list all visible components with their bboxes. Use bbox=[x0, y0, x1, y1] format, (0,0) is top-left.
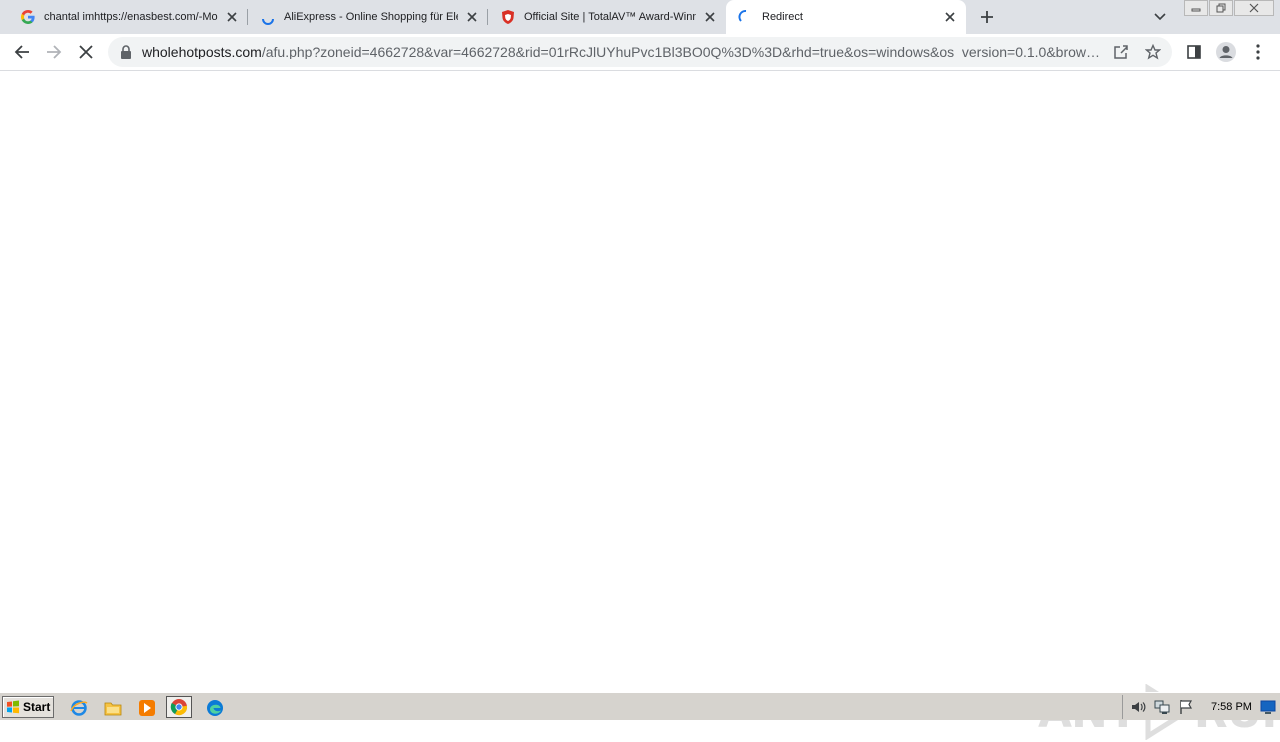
close-icon bbox=[1249, 3, 1259, 13]
browser-toolbar: wholehotposts.com/afu.php?zoneid=4662728… bbox=[0, 34, 1280, 71]
google-icon bbox=[20, 9, 36, 25]
loading-icon bbox=[260, 9, 276, 25]
volume-icon[interactable] bbox=[1129, 698, 1147, 716]
minimize-icon bbox=[1191, 8, 1201, 12]
close-tab-icon[interactable] bbox=[942, 9, 958, 25]
action-center-flag-icon[interactable] bbox=[1177, 698, 1195, 716]
windows-logo-icon bbox=[7, 700, 19, 714]
profile-avatar-icon bbox=[1216, 42, 1236, 62]
close-icon bbox=[79, 45, 93, 59]
tab-title: Official Site | TotalAV™ Award-Winni bbox=[524, 11, 696, 23]
more-vertical-icon bbox=[1256, 44, 1260, 60]
profile-button[interactable] bbox=[1214, 40, 1238, 64]
share-icon[interactable] bbox=[1112, 43, 1130, 61]
url-text[interactable]: wholehotposts.com/afu.php?zoneid=4662728… bbox=[142, 45, 1108, 59]
clock[interactable]: 7:58 PM bbox=[1211, 701, 1252, 713]
tab-strip: chantal imhttps://enasbest.com/-Mo AliEx… bbox=[0, 0, 1280, 34]
lock-icon[interactable] bbox=[120, 45, 132, 59]
stop-loading-button[interactable] bbox=[74, 40, 98, 64]
tab-title: AliExpress - Online Shopping für Elek bbox=[284, 11, 458, 23]
side-panel-icon bbox=[1187, 45, 1201, 59]
restore-icon bbox=[1216, 3, 1226, 13]
close-window-button[interactable] bbox=[1234, 0, 1274, 16]
internet-explorer-icon[interactable] bbox=[68, 697, 90, 719]
start-button[interactable]: Start bbox=[2, 696, 54, 718]
address-bar[interactable]: wholehotposts.com/afu.php?zoneid=4662728… bbox=[108, 37, 1172, 67]
media-player-icon[interactable] bbox=[136, 697, 158, 719]
close-tab-icon[interactable] bbox=[464, 9, 480, 25]
show-desktop-icon[interactable] bbox=[1259, 698, 1277, 716]
start-label: Start bbox=[23, 700, 51, 714]
file-explorer-icon[interactable] bbox=[102, 697, 124, 719]
close-tab-icon[interactable] bbox=[224, 9, 240, 25]
side-panel-button[interactable] bbox=[1182, 40, 1206, 64]
tab-search-button[interactable] bbox=[1151, 8, 1169, 26]
system-tray: 7:58 PM bbox=[1122, 695, 1280, 719]
edge-icon[interactable] bbox=[204, 697, 226, 719]
tab-redirect[interactable]: Redirect bbox=[726, 0, 966, 34]
tab-title: Redirect bbox=[762, 11, 803, 23]
new-tab-button[interactable] bbox=[976, 6, 998, 28]
arrow-right-icon bbox=[47, 45, 62, 59]
taskbar: Start 7:58 PM bbox=[0, 692, 1280, 720]
tab-totalav[interactable]: Official Site | TotalAV™ Award-Winni bbox=[488, 0, 726, 34]
tab-title: chantal imhttps://enasbest.com/-Mo bbox=[44, 11, 218, 23]
minimize-button[interactable] bbox=[1184, 0, 1208, 16]
chevron-down-icon bbox=[1154, 13, 1166, 21]
network-icon[interactable] bbox=[1153, 698, 1171, 716]
tab-google-search[interactable]: chantal imhttps://enasbest.com/-Mo bbox=[8, 0, 248, 34]
page-content: ANY RUN bbox=[0, 72, 1280, 740]
close-tab-icon[interactable] bbox=[702, 9, 718, 25]
loading-spinner-icon bbox=[738, 9, 754, 25]
menu-button[interactable] bbox=[1246, 40, 1270, 64]
plus-icon bbox=[981, 11, 993, 23]
back-button[interactable] bbox=[10, 40, 34, 64]
arrow-left-icon bbox=[14, 45, 29, 59]
window-controls bbox=[1183, 0, 1274, 17]
restore-button[interactable] bbox=[1209, 0, 1233, 16]
url-host: wholehotposts.com bbox=[142, 45, 262, 59]
forward-button[interactable] bbox=[42, 40, 66, 64]
tab-aliexpress[interactable]: AliExpress - Online Shopping für Elek bbox=[248, 0, 488, 34]
star-icon[interactable] bbox=[1144, 43, 1162, 61]
chrome-taskbar-icon[interactable] bbox=[166, 696, 192, 718]
totalav-shield-icon bbox=[500, 9, 516, 25]
url-path: /afu.php?zoneid=4662728&var=4662728&rid=… bbox=[261, 45, 1101, 59]
